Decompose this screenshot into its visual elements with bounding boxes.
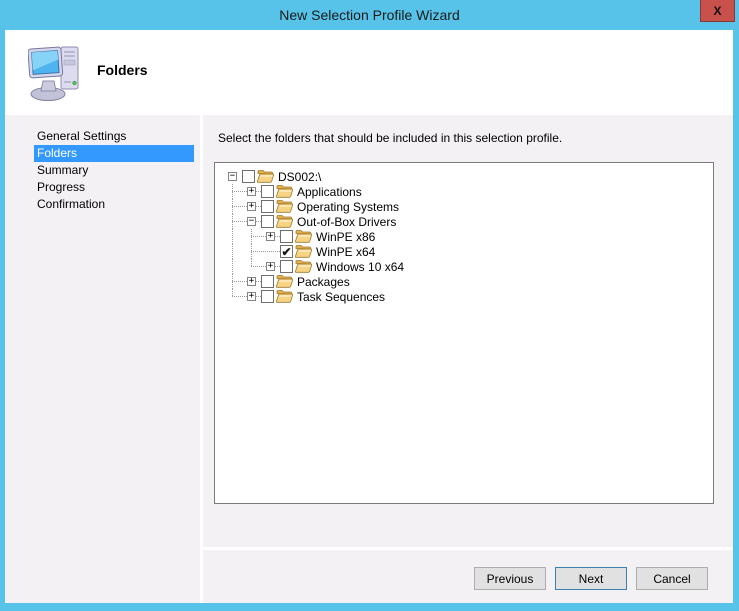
tree-guide [223, 274, 242, 289]
tree-item-label: DS002:\ [278, 170, 321, 184]
tree-item-label: Applications [297, 185, 362, 199]
tree-guide [261, 244, 280, 259]
close-icon: X [713, 5, 721, 17]
checkbox-unchecked[interactable] [261, 290, 274, 303]
expand-icon[interactable]: + [261, 259, 280, 274]
expand-icon[interactable]: + [242, 184, 261, 199]
folder-icon [276, 215, 293, 228]
folder-icon [276, 290, 293, 303]
tree-item-label: Operating Systems [297, 200, 399, 214]
collapse-icon[interactable]: − [242, 214, 261, 229]
tree-guide [242, 229, 261, 244]
tree-guide [223, 184, 242, 199]
tree-guide [223, 244, 242, 259]
checkbox-unchecked[interactable] [261, 275, 274, 288]
folder-icon [295, 245, 312, 258]
folder-icon [257, 170, 274, 183]
instruction-text: Select the folders that should be includ… [218, 131, 562, 145]
tree-item-label: Windows 10 x64 [316, 260, 404, 274]
close-button[interactable]: X [700, 0, 735, 22]
tree-item-label: WinPE x86 [316, 230, 375, 244]
title-bar[interactable]: New Selection Profile Wizard [0, 0, 739, 30]
tree-row-operating-systems[interactable]: + Operating Systems [223, 199, 709, 214]
sidebar-item-confirmation[interactable]: Confirmation [34, 196, 194, 213]
tree-guide [242, 244, 261, 259]
tree-row-packages[interactable]: + Packages [223, 274, 709, 289]
tree-row-winpe-x64[interactable]: ✔ WinPE x64 [223, 244, 709, 259]
tree-row-ds002[interactable]: − DS002:\ [223, 169, 709, 184]
expand-icon[interactable]: + [261, 229, 280, 244]
footer-divider [203, 547, 733, 550]
window-title: New Selection Profile Wizard [279, 7, 460, 23]
tree-guide [223, 259, 242, 274]
checkbox-unchecked[interactable] [280, 230, 293, 243]
tree-row-applications[interactable]: + Applications [223, 184, 709, 199]
checkbox-checked[interactable]: ✔ [280, 245, 293, 258]
tree-item-label: Out-of-Box Drivers [297, 215, 396, 229]
previous-button[interactable]: Previous [474, 567, 546, 590]
tree-guide [223, 199, 242, 214]
sidebar-item-general-settings[interactable]: General Settings [34, 128, 194, 145]
main-panel: Select the folders that should be includ… [203, 115, 733, 603]
checkbox-unchecked[interactable] [261, 215, 274, 228]
sidebar-nav: General SettingsFoldersSummaryProgressCo… [5, 115, 200, 603]
tree-item-label: Task Sequences [297, 290, 385, 304]
tree-guide [223, 229, 242, 244]
folder-icon [276, 200, 293, 213]
sidebar-item-folders[interactable]: Folders [34, 145, 194, 162]
tree-item-label: Packages [297, 275, 350, 289]
tree-guide [242, 259, 261, 274]
checkbox-unchecked[interactable] [261, 200, 274, 213]
tree-item-label: WinPE x64 [316, 245, 375, 259]
wizard-header: Folders [5, 30, 733, 115]
tree-row-out-of-box-drivers[interactable]: − Out-of-Box Drivers [223, 214, 709, 229]
folder-icon [276, 185, 293, 198]
cancel-button[interactable]: Cancel [636, 567, 708, 590]
computer-icon [28, 43, 90, 103]
folder-icon [295, 260, 312, 273]
sidebar-item-summary[interactable]: Summary [34, 162, 194, 179]
footer-buttons: Previous Next Cancel [474, 567, 708, 590]
folder-icon [276, 275, 293, 288]
folder-icon [295, 230, 312, 243]
checkbox-unchecked[interactable] [261, 185, 274, 198]
checkbox-unchecked[interactable] [280, 260, 293, 273]
dialog-body: Folders General SettingsFoldersSummaryPr… [5, 30, 733, 603]
wizard-window: New Selection Profile Wizard X [0, 0, 739, 611]
collapse-icon[interactable]: − [223, 169, 242, 184]
folder-tree: −DS002:\+Applications+Operating Systems−… [214, 162, 714, 504]
content-row: General SettingsFoldersSummaryProgressCo… [5, 115, 733, 603]
expand-icon[interactable]: + [242, 199, 261, 214]
expand-icon[interactable]: + [242, 289, 261, 304]
tree-row-windows-10-x64[interactable]: + Windows 10 x64 [223, 259, 709, 274]
tree-row-task-sequences[interactable]: + Task Sequences [223, 289, 709, 304]
expand-icon[interactable]: + [242, 274, 261, 289]
checkbox-unchecked[interactable] [242, 170, 255, 183]
page-title: Folders [97, 62, 148, 78]
tree-guide [223, 289, 242, 304]
sidebar-item-progress[interactable]: Progress [34, 179, 194, 196]
next-button[interactable]: Next [555, 567, 627, 590]
tree-row-winpe-x86[interactable]: + WinPE x86 [223, 229, 709, 244]
tree-guide [223, 214, 242, 229]
